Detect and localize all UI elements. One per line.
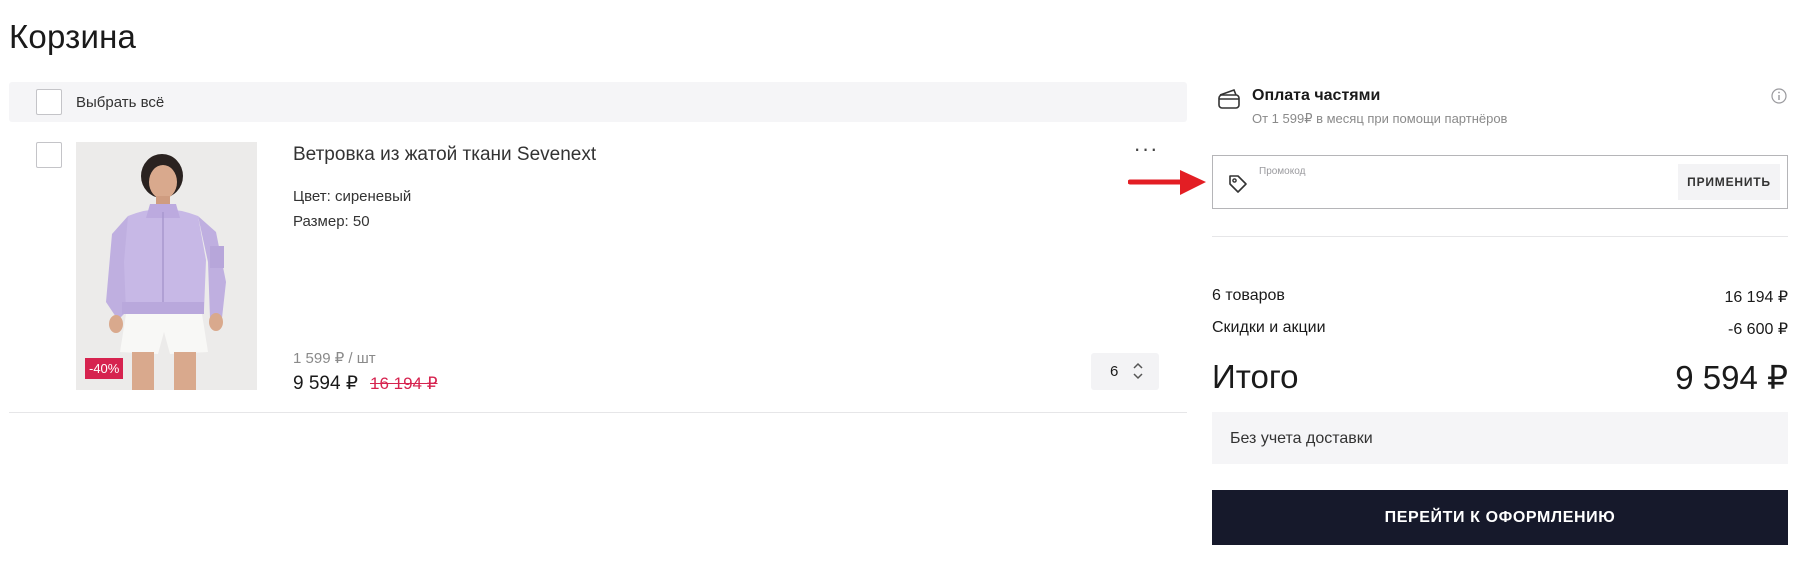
- product-name[interactable]: Ветровка из жатой ткани Sevenext: [293, 144, 596, 166]
- product-size: Размер: 50: [293, 213, 370, 230]
- item-divider: [9, 412, 1187, 413]
- promo-code-label: Промокод: [1259, 166, 1306, 177]
- red-arrow-icon: [1128, 170, 1206, 195]
- discounts-value: -6 600 ₽: [1728, 321, 1788, 338]
- item-checkbox[interactable]: [36, 142, 62, 168]
- product-color: Цвет: сиреневый: [293, 188, 412, 205]
- quantity-value: 6: [1110, 363, 1119, 380]
- price-current: 9 594 ₽: [293, 373, 358, 394]
- promo-code-field[interactable]: Промокод ПРИМЕНИТЬ: [1212, 155, 1788, 209]
- summary-discounts-row: Скидки и акции -6 600 ₽: [1212, 319, 1788, 338]
- delivery-note: Без учета доставки: [1212, 412, 1788, 464]
- info-icon[interactable]: [1771, 88, 1787, 104]
- select-all-bar: Выбрать всё: [9, 82, 1187, 122]
- goods-total-value: 16 194 ₽: [1724, 289, 1788, 306]
- price-old: 16 194 ₽: [370, 374, 438, 393]
- chevron-updown-icon[interactable]: [1132, 361, 1144, 381]
- wallet-icon: [1218, 88, 1240, 109]
- checkout-button[interactable]: ПЕРЕЙТИ К ОФОРМЛЕНИЮ: [1212, 490, 1788, 545]
- goods-count-label: 6 товаров: [1212, 287, 1285, 304]
- total-value: 9 594 ₽: [1675, 359, 1788, 396]
- total-label: Итого: [1212, 358, 1299, 395]
- apply-promo-button[interactable]: ПРИМЕНИТЬ: [1678, 164, 1780, 200]
- summary-goods-row: 6 товаров 16 194 ₽: [1212, 287, 1788, 306]
- tag-icon: [1229, 175, 1247, 193]
- product-image[interactable]: -40%: [76, 142, 257, 390]
- quantity-stepper[interactable]: 6: [1091, 353, 1159, 390]
- select-all-checkbox[interactable]: [36, 89, 62, 115]
- installments-subtitle: От 1 599₽ в месяц при помощи партнёров: [1252, 111, 1508, 126]
- discounts-label: Скидки и акции: [1212, 319, 1326, 336]
- summary-divider: [1212, 236, 1788, 237]
- promo-code-input[interactable]: [1259, 180, 1649, 200]
- page-title: Корзина: [9, 18, 137, 55]
- more-options-button[interactable]: ···: [1132, 138, 1160, 166]
- select-all-label[interactable]: Выбрать всё: [76, 94, 164, 111]
- unit-price: 1 599 ₽ / шт: [293, 350, 376, 367]
- product-photo: [76, 142, 257, 390]
- discount-badge: -40%: [85, 358, 124, 379]
- installments-title[interactable]: Оплата частями: [1252, 87, 1380, 105]
- summary-total-row: Итого 9 594 ₽: [1212, 358, 1788, 396]
